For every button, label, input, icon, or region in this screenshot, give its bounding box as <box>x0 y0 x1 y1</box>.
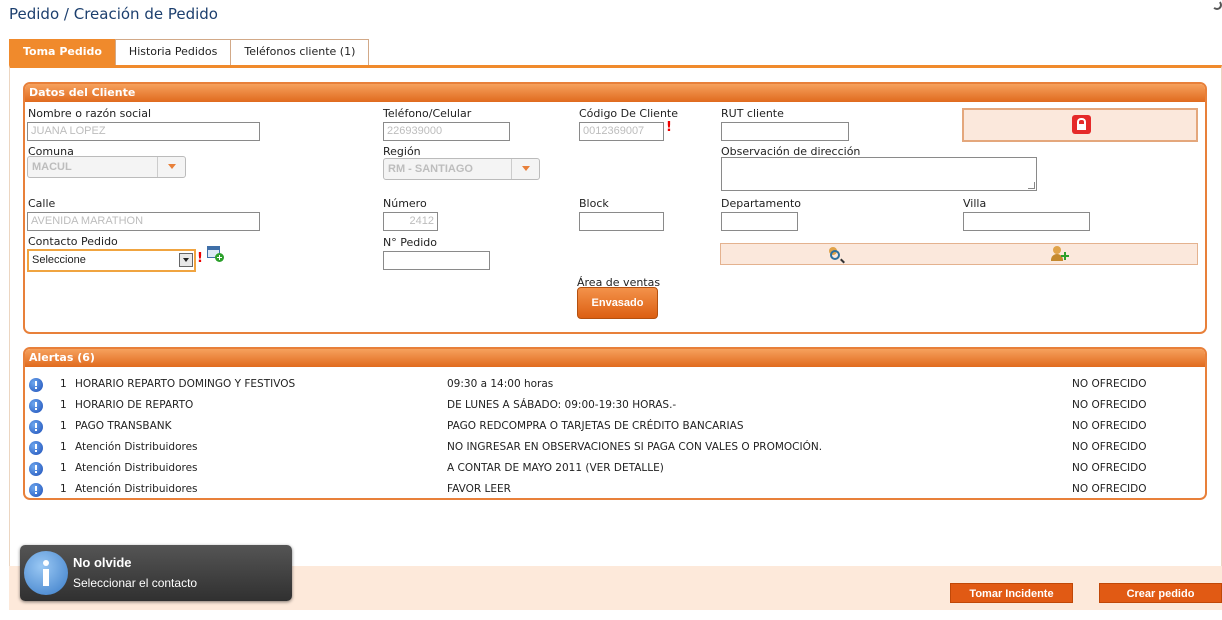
chevron-down-icon <box>511 159 539 179</box>
nombre-input[interactable]: JUANA LOPEZ <box>27 122 260 141</box>
comuna-select[interactable]: MACUL <box>27 156 186 178</box>
alert-row[interactable]: 1 Atención Distribuidores NO INGRESAR EN… <box>25 437 1205 458</box>
block-label: Block <box>579 197 609 210</box>
observacion-textarea[interactable] <box>721 157 1037 191</box>
codigo-required-mark: ! <box>666 120 672 135</box>
add-contact-icon[interactable] <box>207 246 224 262</box>
alert-detail: A CONTAR DE MAYO 2011 (VER DETALLE) <box>447 462 664 474</box>
tab-historia-pedidos[interactable]: Historia Pedidos <box>114 39 232 65</box>
alert-detail: 09:30 a 14:00 horas <box>447 378 554 390</box>
alert-count: 1 <box>60 378 67 390</box>
codigo-input[interactable]: 0012369007 <box>579 122 664 141</box>
alert-detail: PAGO REDCOMPRA O TARJETAS DE CRÉDITO BAN… <box>447 420 744 432</box>
reminder-toast[interactable]: No olvide Seleccionar el contacto <box>20 545 292 601</box>
numero-input[interactable]: 2412 <box>383 212 438 231</box>
tab-bar: Toma Pedido Historia Pedidos Teléfonos c… <box>9 39 370 65</box>
info-icon <box>29 399 43 413</box>
search-user-icon[interactable] <box>826 246 844 262</box>
region-value: RM - SANTIAGO <box>388 163 473 175</box>
alert-count: 1 <box>60 462 67 474</box>
toast-title: No olvide <box>73 555 132 570</box>
alert-count: 1 <box>60 483 67 495</box>
tomar-incidente-button[interactable]: Tomar Incidente <box>950 583 1073 603</box>
calle-input[interactable]: AVENIDA MARATHON <box>27 212 260 231</box>
info-icon <box>29 441 43 455</box>
telefono-input[interactable]: 226939000 <box>383 122 510 141</box>
lock-panel <box>962 108 1198 142</box>
add-user-icon[interactable] <box>1051 246 1069 262</box>
info-icon <box>29 420 43 434</box>
info-icon <box>24 551 68 595</box>
contacto-select[interactable]: Seleccione <box>27 249 196 272</box>
block-input[interactable] <box>579 212 664 231</box>
alerts-panel: Alertas (6) 1 HORARIO REPARTO DOMINGO Y … <box>23 347 1207 500</box>
alert-status: NO OFRECIDO <box>1072 399 1147 411</box>
contacto-label: Contacto Pedido <box>28 235 118 248</box>
alert-row[interactable]: 1 Atención Distribuidores A CONTAR DE MA… <box>25 458 1205 479</box>
alert-status: NO OFRECIDO <box>1072 483 1147 495</box>
chevron-down-icon <box>157 157 185 177</box>
alerts-header: Alertas (6) <box>25 349 1205 367</box>
info-icon <box>29 462 43 476</box>
alert-status: NO OFRECIDO <box>1072 378 1147 390</box>
comuna-value: MACUL <box>32 161 72 173</box>
villa-label: Villa <box>963 197 987 210</box>
alert-count: 1 <box>60 441 67 453</box>
pedido-input[interactable] <box>383 251 490 270</box>
tab-telefonos-cliente[interactable]: Teléfonos cliente (1) <box>230 39 370 65</box>
alert-name: HORARIO REPARTO DOMINGO Y FESTIVOS <box>75 378 296 390</box>
alert-row[interactable]: 1 PAGO TRANSBANK PAGO REDCOMPRA O TARJET… <box>25 416 1205 437</box>
crear-pedido-button[interactable]: Crear pedido <box>1099 583 1222 603</box>
departamento-label: Departamento <box>721 197 802 210</box>
lock-icon[interactable] <box>1072 115 1091 134</box>
page-title: Pedido / Creación de Pedido <box>9 5 218 23</box>
alert-name: PAGO TRANSBANK <box>75 420 172 432</box>
alert-detail: NO INGRESAR EN OBSERVACIONES SI PAGA CON… <box>447 441 823 453</box>
alert-count: 1 <box>60 420 67 432</box>
toast-message: Seleccionar el contacto <box>73 576 198 590</box>
info-icon <box>29 378 43 392</box>
villa-input[interactable] <box>963 212 1090 231</box>
alert-name: Atención Distribuidores <box>75 462 198 474</box>
alert-count: 1 <box>60 399 67 411</box>
rut-label: RUT cliente <box>721 107 784 120</box>
alert-status: NO OFRECIDO <box>1072 441 1147 453</box>
departamento-input[interactable] <box>721 212 798 231</box>
alert-status: NO OFRECIDO <box>1072 420 1147 432</box>
alert-row[interactable]: 1 HORARIO DE REPARTO DE LUNES A SÁBADO: … <box>25 395 1205 416</box>
envasado-button[interactable]: Envasado <box>577 287 658 319</box>
numero-label: Número <box>383 197 427 210</box>
calle-label: Calle <box>28 197 56 210</box>
alert-name: Atención Distribuidores <box>75 483 198 495</box>
dropdown-arrow-icon <box>179 253 193 267</box>
alert-detail: DE LUNES A SÁBADO: 09:00-19:30 HORAS.- <box>447 399 677 411</box>
rut-input[interactable] <box>721 122 849 141</box>
corner-icon <box>1212 0 1222 10</box>
alert-name: HORARIO DE REPARTO <box>75 399 194 411</box>
nombre-label: Nombre o razón social <box>28 107 152 120</box>
tab-toma-pedido[interactable]: Toma Pedido <box>9 39 116 65</box>
pedido-label: N° Pedido <box>383 236 437 249</box>
alert-detail: FAVOR LEER <box>447 483 511 495</box>
info-icon <box>29 483 43 497</box>
client-tools-bar <box>720 243 1198 265</box>
contacto-required-mark: ! <box>197 251 203 266</box>
codigo-label: Código De Cliente <box>579 107 679 120</box>
client-data-header: Datos del Cliente <box>25 84 1205 102</box>
region-label: Región <box>383 145 421 158</box>
contacto-value: Seleccione <box>32 254 86 266</box>
telefono-label: Teléfono/Celular <box>383 107 472 120</box>
alert-status: NO OFRECIDO <box>1072 462 1147 474</box>
alert-name: Atención Distribuidores <box>75 441 198 453</box>
alert-row[interactable]: 1 Atención Distribuidores FAVOR LEER NO … <box>25 479 1205 498</box>
region-select[interactable]: RM - SANTIAGO <box>383 158 540 180</box>
alert-row[interactable]: 1 HORARIO REPARTO DOMINGO Y FESTIVOS 09:… <box>25 374 1205 395</box>
